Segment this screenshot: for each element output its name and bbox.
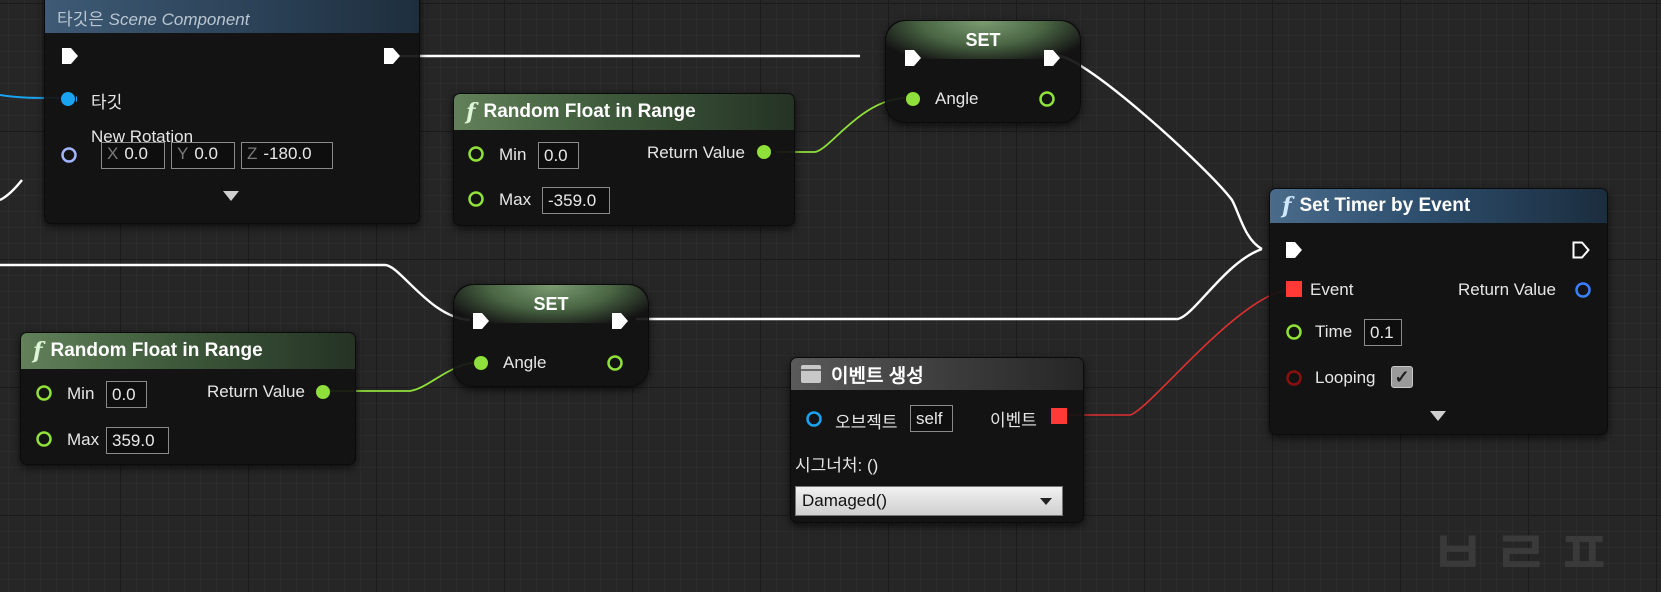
angle-pin-label: Angle: [935, 89, 979, 108]
chevron-down-icon[interactable]: [223, 191, 239, 201]
random-float-in-range-node-top[interactable]: f Random Float in Range Min 0.0 Return V…: [453, 93, 795, 226]
float-out-pin-icon[interactable]: [315, 384, 331, 400]
exec-in-pin-icon[interactable]: [1284, 240, 1304, 260]
node-title: Set Timer by Event: [1299, 195, 1471, 216]
create-event-node[interactable]: 이벤트 생성 오브젝트 self 이벤트 시그너처: () Damaged(): [790, 357, 1084, 523]
float-pin-icon[interactable]: [1286, 324, 1302, 340]
float-pin-icon[interactable]: [36, 431, 52, 447]
random-float-in-range-node-bottom[interactable]: f Random Float in Range Min 0.0 Return V…: [20, 332, 356, 465]
min-input[interactable]: 0.0: [538, 142, 579, 169]
delegate-pin-icon[interactable]: [1286, 281, 1302, 297]
function-icon: f: [33, 338, 43, 364]
handle-out-pin-icon[interactable]: [1575, 282, 1591, 298]
target-subtitle: 타깃은 Scene Component: [57, 9, 250, 29]
exec-in-pin-icon[interactable]: [60, 46, 80, 66]
float-pin-icon[interactable]: [36, 385, 52, 401]
set-timer-by-event-node[interactable]: f Set Timer by Event Event Return Value …: [1269, 188, 1608, 435]
time-pin-label: Time: [1315, 322, 1353, 341]
float-pin-icon[interactable]: [905, 91, 921, 107]
rotation-y-field[interactable]: Y 0.0: [171, 142, 235, 169]
exec-out-pin-icon[interactable]: [1042, 48, 1062, 68]
object-pin-icon[interactable]: [806, 411, 822, 427]
delegate-wire-event: [1060, 288, 1293, 416]
function-select[interactable]: Damaged(): [795, 486, 1063, 516]
float-pin-icon[interactable]: [473, 355, 489, 371]
event-pin-label: Event: [1310, 280, 1354, 299]
min-input[interactable]: 0.0: [106, 381, 147, 408]
return-value-label: Return Value: [647, 143, 745, 162]
node-header: f Random Float in Range: [454, 94, 794, 130]
time-input[interactable]: 0.1: [1364, 319, 1402, 346]
set-angle-node-bottom[interactable]: SET Angle: [453, 284, 649, 387]
looping-checkbox[interactable]: ✓: [1391, 366, 1413, 388]
float-pin-icon[interactable]: [468, 191, 484, 207]
event-node-icon: [801, 365, 821, 383]
node-header: f Random Float in Range: [21, 333, 355, 369]
function-icon: f: [466, 99, 476, 125]
delegate-out-pin-icon[interactable]: [1051, 408, 1067, 424]
exec-out-pin-icon[interactable]: [382, 46, 402, 66]
node-header: 타깃은 Scene Component: [45, 0, 419, 33]
max-label: Max: [67, 430, 100, 449]
object-pin-label: 오브젝트: [835, 413, 898, 432]
signature-label: 시그너처: (): [795, 456, 879, 475]
exec-in-pin-icon[interactable]: [903, 48, 923, 68]
float-pin-icon[interactable]: [468, 146, 484, 162]
node-header: f Set Timer by Event: [1270, 189, 1607, 223]
exec-wire-set-bottom-to-timer: [636, 247, 1263, 321]
event-out-label: 이벤트: [990, 411, 1037, 430]
function-icon: f: [1282, 193, 1292, 219]
max-input[interactable]: 359.0: [106, 427, 169, 454]
bool-pin-icon[interactable]: [1286, 370, 1302, 386]
object-input[interactable]: self: [910, 405, 953, 432]
struct-pin-icon[interactable]: [61, 147, 77, 163]
exec-wire-set-top-to-timer: [1057, 54, 1263, 251]
float-out-pin-icon[interactable]: [756, 144, 772, 160]
object-pin-icon[interactable]: [61, 91, 77, 107]
float-out-pin-icon[interactable]: [1039, 91, 1055, 107]
exec-out-pin-icon[interactable]: [1571, 240, 1591, 260]
min-label: Min: [499, 145, 527, 164]
min-label: Min: [67, 384, 95, 403]
max-label: Max: [499, 190, 532, 209]
target-pin-label: 타깃: [91, 93, 123, 112]
node-title: Random Float in Range: [50, 340, 263, 361]
chevron-down-icon: [1040, 498, 1052, 505]
exec-in-pin-icon[interactable]: [471, 311, 491, 331]
exec-out-pin-icon[interactable]: [610, 311, 630, 331]
node-title: 이벤트 생성: [831, 365, 924, 387]
return-value-label: Return Value: [207, 382, 305, 401]
node-header: 이벤트 생성: [791, 358, 1083, 390]
max-input[interactable]: -359.0: [542, 187, 610, 214]
exec-wire-left-to-set-bottom: [0, 263, 471, 322]
node-title: Random Float in Range: [483, 101, 696, 122]
set-world-rotation-node[interactable]: 타깃은 Scene Component 타깃 New Rotation X 0.0…: [44, 0, 420, 224]
rotation-x-field[interactable]: X 0.0: [101, 142, 165, 169]
rotation-z-field[interactable]: Z -180.0: [241, 142, 333, 169]
chevron-down-icon[interactable]: [1430, 411, 1446, 421]
float-out-pin-icon[interactable]: [607, 355, 623, 371]
return-value-label: Return Value: [1458, 280, 1556, 299]
looping-pin-label: Looping: [1315, 368, 1376, 387]
set-angle-node-top[interactable]: SET Angle: [885, 20, 1081, 123]
angle-pin-label: Angle: [503, 353, 547, 372]
exec-wire-left-down: [0, 179, 23, 202]
